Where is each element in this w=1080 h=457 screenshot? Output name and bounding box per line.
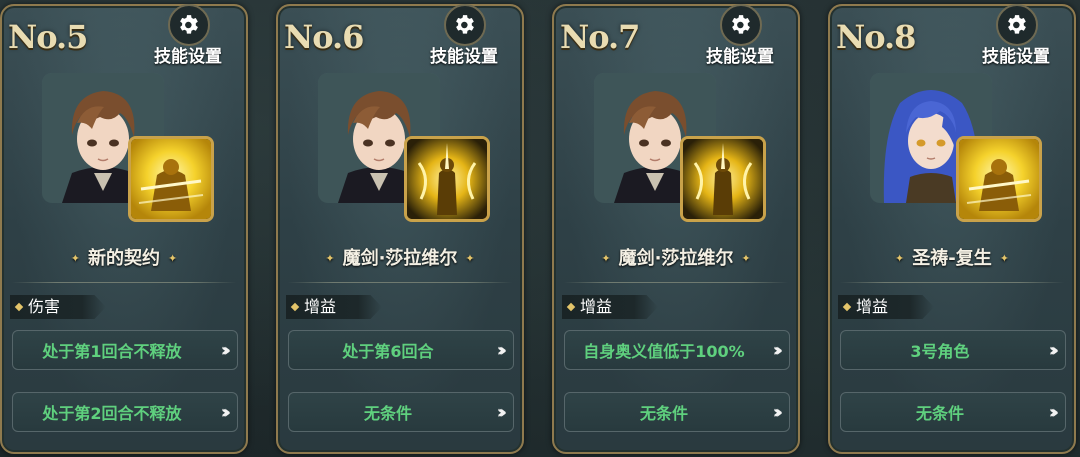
- condition-label: 处于第2回合不释放: [42, 404, 182, 423]
- triple-chevron-icon: ›››: [220, 402, 232, 423]
- condition-label: 处于第6回合: [342, 342, 434, 361]
- triple-chevron-icon: ›››: [220, 340, 232, 361]
- skill-icon[interactable]: [404, 136, 490, 222]
- skill-type-label: 增益: [580, 297, 613, 316]
- sparkle-icon: ✦: [999, 252, 1009, 265]
- divider: [564, 282, 788, 283]
- gear-icon[interactable]: [168, 4, 210, 46]
- divider: [840, 282, 1064, 283]
- triple-chevron-icon: ›››: [496, 340, 508, 361]
- skill-settings-button[interactable]: 技能设置: [982, 42, 1050, 67]
- gear-icon[interactable]: [444, 4, 486, 46]
- skill-type-tag: 增益: [838, 295, 934, 319]
- gear-icon[interactable]: [720, 4, 762, 46]
- condition-label: 自身奥义值低于100%: [583, 342, 745, 361]
- condition-label: 无条件: [363, 404, 412, 423]
- sparkle-icon: ✦: [895, 252, 905, 265]
- condition-button-2[interactable]: 无条件 ›››: [288, 392, 514, 432]
- skill-type-label: 伤害: [28, 297, 61, 316]
- skill-type-tag: 伤害: [10, 295, 106, 319]
- condition-button-2[interactable]: 处于第2回合不释放 ›››: [12, 392, 238, 432]
- skill-card-7: No.7 技能设置 ✦ 魔剑·莎拉维尔 ✦ 增益 自身奥义值低于100% ››› 无…: [552, 4, 800, 454]
- skill-name-row: ✦ 魔剑·莎拉维尔 ✦: [554, 244, 798, 270]
- skill-settings-button[interactable]: 技能设置: [706, 42, 774, 67]
- diamond-icon: [566, 302, 576, 312]
- skill-card-8: No.8 技能设置 ✦ 圣祷-复生 ✦ 增益 3号角色 ››› 无条件 ›››: [828, 4, 1076, 454]
- skill-icon[interactable]: [680, 136, 766, 222]
- skill-card-5: No.5 技能设置 ✦ 新的契约 ✦ 伤害 处于第1回合不释放 ››› 处于第2回合…: [0, 4, 248, 454]
- diamond-icon: [290, 302, 300, 312]
- skill-type-tag: 增益: [562, 295, 658, 319]
- diamond-icon: [842, 302, 852, 312]
- condition-button-1[interactable]: 3号角色 ›››: [840, 330, 1066, 370]
- triple-chevron-icon: ›››: [496, 402, 508, 423]
- skill-name-row: ✦ 圣祷-复生 ✦: [830, 244, 1074, 270]
- skill-name: 圣祷-复生: [912, 248, 992, 269]
- skill-icon[interactable]: [128, 136, 214, 222]
- condition-button-1[interactable]: 处于第6回合 ›››: [288, 330, 514, 370]
- gear-icon[interactable]: [996, 4, 1038, 46]
- skill-type-label: 增益: [304, 297, 337, 316]
- triple-chevron-icon: ›››: [772, 340, 784, 361]
- skill-name-row: ✦ 新的契约 ✦: [2, 244, 246, 270]
- condition-button-2[interactable]: 无条件 ›››: [840, 392, 1066, 432]
- skill-card-6: No.6 技能设置 ✦ 魔剑·莎拉维尔 ✦ 增益 处于第6回合 ››› 无条件 ››…: [276, 4, 524, 454]
- skill-type-tag: 增益: [286, 295, 382, 319]
- divider: [288, 282, 512, 283]
- skill-name-row: ✦ 魔剑·莎拉维尔 ✦: [278, 244, 522, 270]
- condition-button-1[interactable]: 自身奥义值低于100% ›››: [564, 330, 790, 370]
- skill-type-label: 增益: [856, 297, 889, 316]
- card-number: No.5: [8, 18, 88, 56]
- skill-name: 魔剑·莎拉维尔: [342, 248, 458, 269]
- condition-label: 无条件: [915, 404, 964, 423]
- skill-settings-button[interactable]: 技能设置: [154, 42, 222, 67]
- skill-icon[interactable]: [956, 136, 1042, 222]
- triple-chevron-icon: ›››: [1048, 340, 1060, 361]
- diamond-icon: [14, 302, 24, 312]
- condition-button-1[interactable]: 处于第1回合不释放 ›››: [12, 330, 238, 370]
- skill-name: 新的契约: [88, 248, 160, 269]
- condition-label: 无条件: [639, 404, 688, 423]
- sparkle-icon: ✦: [168, 252, 178, 265]
- skill-settings-button[interactable]: 技能设置: [430, 42, 498, 67]
- sparkle-icon: ✦: [741, 252, 751, 265]
- sparkle-icon: ✦: [601, 252, 611, 265]
- card-number: No.8: [836, 18, 916, 56]
- sparkle-icon: ✦: [325, 252, 335, 265]
- skill-name: 魔剑·莎拉维尔: [618, 248, 734, 269]
- condition-button-2[interactable]: 无条件 ›››: [564, 392, 790, 432]
- card-number: No.7: [560, 18, 640, 56]
- triple-chevron-icon: ›››: [1048, 402, 1060, 423]
- divider: [12, 282, 236, 283]
- sparkle-icon: ✦: [70, 252, 80, 265]
- card-number: No.6: [284, 18, 364, 56]
- sparkle-icon: ✦: [465, 252, 475, 265]
- condition-label: 3号角色: [910, 342, 970, 361]
- condition-label: 处于第1回合不释放: [42, 342, 182, 361]
- triple-chevron-icon: ›››: [772, 402, 784, 423]
